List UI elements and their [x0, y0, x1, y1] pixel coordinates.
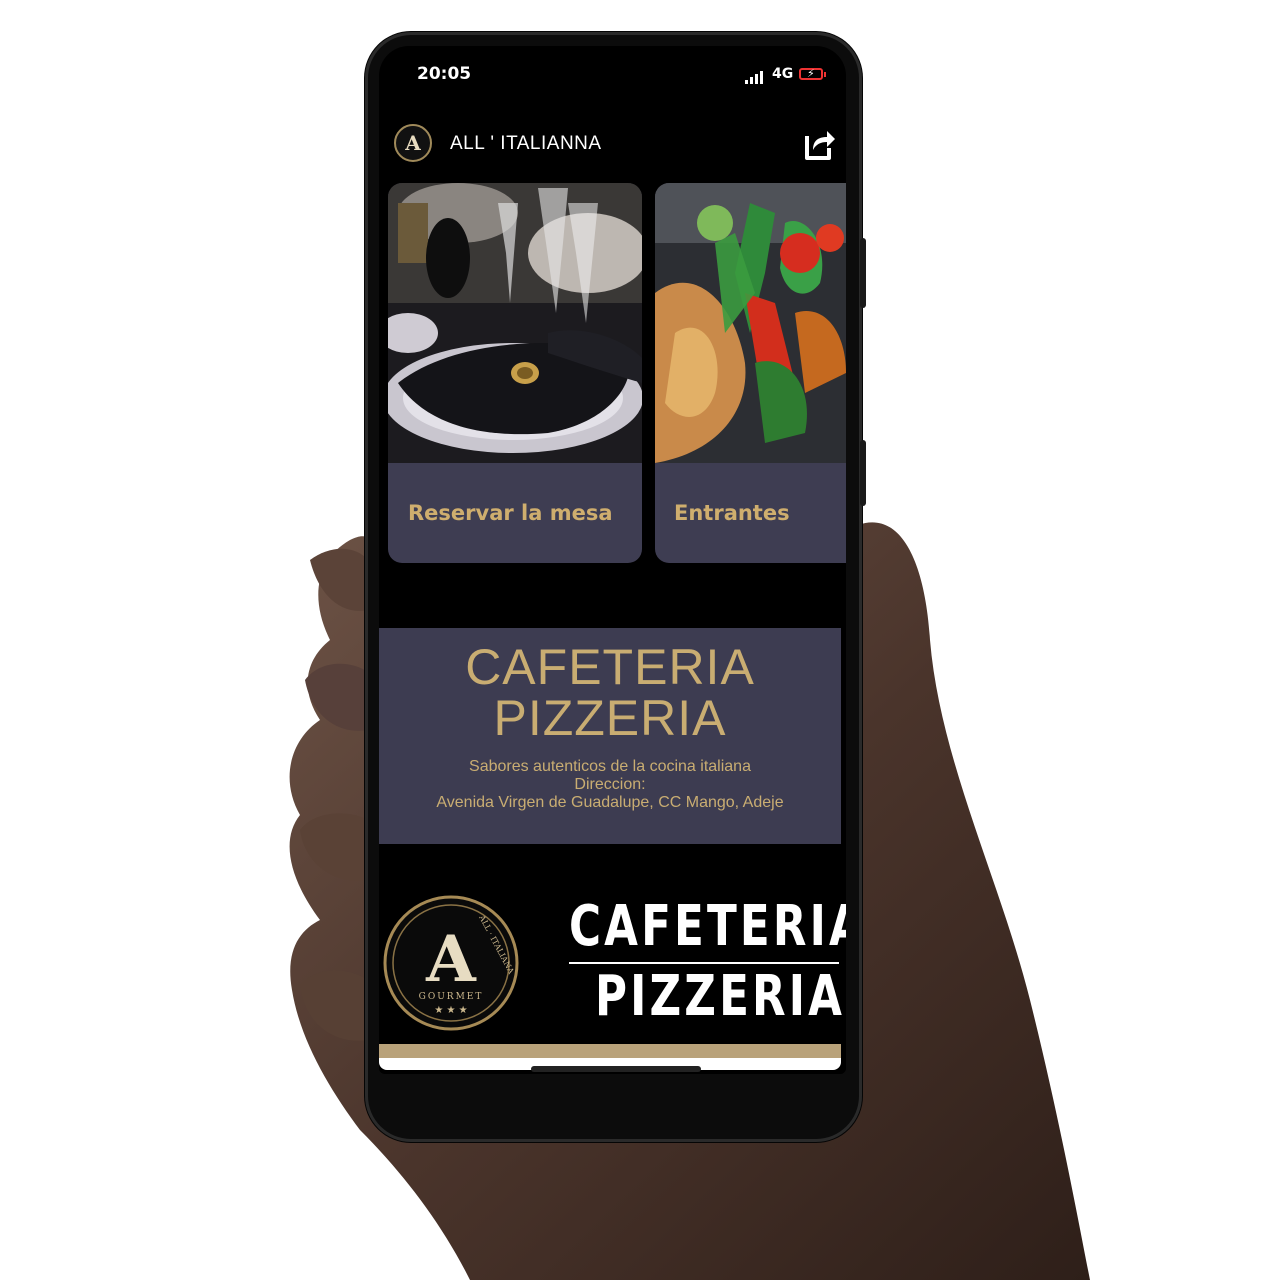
banner-line-2: Direccion:: [574, 776, 646, 793]
svg-text:GOURMET: GOURMET: [419, 992, 484, 1002]
gold-stripe: [379, 1044, 841, 1058]
salad-dish-image: [655, 183, 846, 463]
info-banner: CAFETERIA PIZZERIA Sabores autenticos de…: [379, 628, 841, 844]
app-logo-letter: A: [405, 131, 421, 155]
power-button: [860, 440, 866, 506]
brand-word-cafeteria: CAFETERIA: [569, 894, 846, 959]
signal-icon: [745, 70, 767, 84]
table-setting-image: [388, 183, 642, 463]
battery-charging-icon: ⚡: [799, 67, 826, 80]
app-title: ALL ' ITALIANNA: [450, 133, 602, 154]
svg-text:A: A: [425, 922, 477, 997]
status-bar: 20:05 4G ⚡: [379, 64, 846, 92]
banner-line-3: Avenida Virgen de Guadalupe, CC Mango, A…: [436, 794, 784, 811]
card-entrantes[interactable]: Entrantes: [655, 183, 846, 563]
svg-text:★ ★ ★: ★ ★ ★: [434, 1005, 467, 1016]
card-label: Reservar la mesa: [408, 501, 613, 525]
banner-description: Sabores autenticos de la cocina italiana…: [379, 758, 841, 812]
status-time: 20:05: [417, 64, 472, 84]
share-icon[interactable]: [801, 126, 837, 162]
card-label: Entrantes: [674, 501, 790, 525]
banner-title-text: CAFETERIA PIZZERIA: [465, 639, 755, 746]
brand-banner: A GOURMET ★ ★ ★ ALL · ITALIANA CAFETERIA…: [379, 864, 846, 1074]
gourmet-logo: A GOURMET ★ ★ ★ ALL · ITALIANA: [383, 895, 519, 1031]
network-type: 4G: [772, 66, 794, 82]
banner-title: CAFETERIA PIZZERIA: [379, 642, 841, 744]
brand-word-pizzeria: PIZZERIA: [595, 964, 846, 1029]
home-indicator[interactable]: [531, 1066, 701, 1072]
phone-screen: 20:05 4G ⚡ A ALL ' ITALIANNA Reservar la…: [379, 46, 846, 1074]
volume-button: [860, 238, 866, 308]
app-logo: A: [394, 124, 432, 162]
app-header: A ALL ' ITALIANNA: [379, 120, 846, 168]
banner-line-1: Sabores autenticos de la cocina italiana: [469, 758, 751, 775]
card-reservar-mesa[interactable]: Reservar la mesa: [388, 183, 642, 563]
